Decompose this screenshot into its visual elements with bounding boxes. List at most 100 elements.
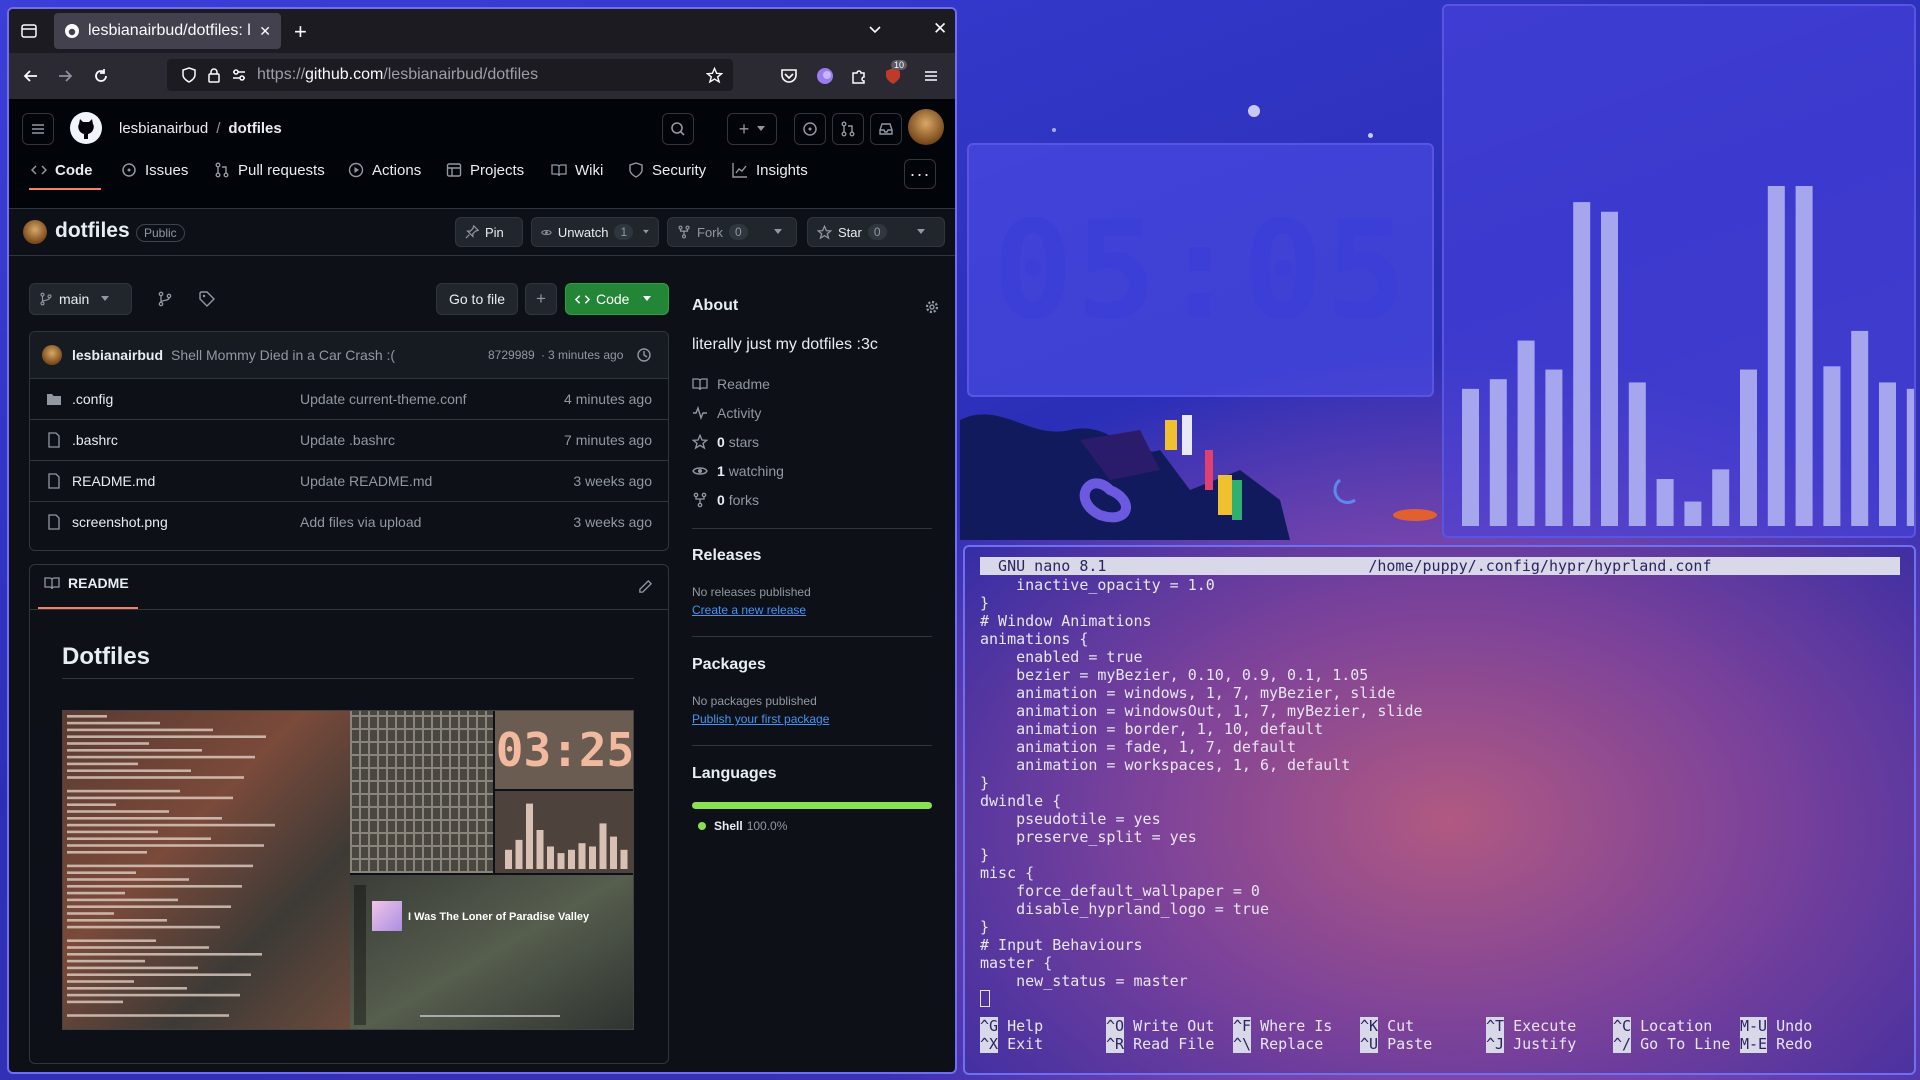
- repo-title[interactable]: dotfiles: [55, 219, 130, 243]
- branch-selector[interactable]: main: [29, 283, 132, 315]
- visualizer-bar: [1601, 211, 1618, 526]
- shot-code-line: [67, 973, 251, 976]
- code-line: new_status = master: [980, 972, 1188, 990]
- ublock-icon[interactable]: 10: [883, 60, 908, 86]
- github-logo-icon[interactable]: [69, 111, 103, 145]
- create-new-button[interactable]: +: [727, 113, 777, 145]
- terminal-window[interactable]: GNU nano 8.1 /home/puppy/.config/hypr/hy…: [963, 545, 1916, 1075]
- pin-button[interactable]: Pin: [455, 217, 523, 247]
- readme-link[interactable]: Readme: [692, 376, 770, 392]
- tab-projects[interactable]: Projects: [446, 159, 524, 181]
- nano-editor-buffer[interactable]: inactive_opacity = 1.0} # Window Animatio…: [980, 576, 1423, 990]
- activity-link[interactable]: Activity: [692, 405, 761, 421]
- language-entry[interactable]: Shell 100.0%: [698, 819, 787, 833]
- more-tabs-button[interactable]: ···: [904, 159, 936, 189]
- tab-insights[interactable]: Insights: [732, 159, 808, 181]
- inbox-button[interactable]: [870, 113, 902, 145]
- issues-button[interactable]: [794, 113, 826, 145]
- tab-issues[interactable]: Issues: [121, 159, 188, 181]
- stars-link[interactable]: 0 stars: [692, 434, 759, 450]
- shot-code-line: [67, 864, 253, 868]
- shortcut-key: ^O: [1106, 1017, 1125, 1035]
- shot-code-line: [67, 891, 125, 895]
- pull-requests-button[interactable]: [832, 113, 864, 145]
- pocket-icon[interactable]: [779, 66, 799, 86]
- browser-tab[interactable]: lesbianairbud/dotfiles: lite ✕: [54, 13, 281, 49]
- forks-link[interactable]: 0 forks: [692, 492, 759, 508]
- branches-icon[interactable]: [157, 291, 173, 307]
- unwatch-button[interactable]: Unwatch 1: [531, 217, 659, 247]
- commit-author[interactable]: lesbianairbud: [72, 347, 163, 363]
- new-tab-icon[interactable]: +: [294, 19, 307, 45]
- settings-gear-icon[interactable]: [924, 299, 940, 315]
- owner-link[interactable]: lesbianairbud: [119, 120, 208, 137]
- add-file-button[interactable]: +: [525, 283, 557, 315]
- file-commit-message[interactable]: Update .bashrc: [300, 432, 395, 448]
- reload-icon[interactable]: [91, 66, 111, 86]
- fork-count: 0: [729, 224, 748, 240]
- extensions-puzzle-icon[interactable]: [849, 66, 869, 86]
- go-to-file-button[interactable]: Go to file: [436, 283, 518, 315]
- readme-tab[interactable]: README: [44, 575, 129, 591]
- commit-hash[interactable]: 8729989: [488, 348, 535, 362]
- packages-heading[interactable]: Packages: [692, 656, 766, 674]
- star-label: Star: [838, 224, 862, 240]
- repo-link[interactable]: dotfiles: [228, 120, 281, 137]
- releases-heading[interactable]: Releases: [692, 547, 761, 565]
- close-tab-icon[interactable]: ✕: [259, 23, 271, 40]
- publish-package-link[interactable]: Publish your first package: [692, 712, 829, 726]
- tab-wiki[interactable]: Wiki: [551, 159, 603, 181]
- file-row[interactable]: .config Update current-theme.conf 4 minu…: [30, 378, 668, 419]
- shot-player-sidebar: [354, 885, 366, 1025]
- tab-list-icon[interactable]: [19, 21, 39, 41]
- file-commit-message[interactable]: Update README.md: [300, 473, 432, 489]
- file-name[interactable]: README.md: [72, 473, 155, 489]
- fork-button[interactable]: Fork 0: [667, 217, 797, 247]
- shortcut-key: ^G: [980, 1017, 999, 1035]
- close-window-icon[interactable]: ✕: [933, 19, 947, 39]
- edit-pencil-icon[interactable]: [638, 579, 653, 594]
- code-dropdown-button[interactable]: Code: [565, 283, 669, 315]
- code-line: disable_hyprland_logo = true: [980, 900, 1269, 918]
- shot-terminal: [63, 711, 350, 1029]
- file-name[interactable]: screenshot.png: [72, 514, 168, 530]
- tab-title: lesbianairbud/dotfiles: lite: [88, 22, 252, 39]
- tab-overflow-chevron-icon[interactable]: [867, 21, 883, 37]
- tracking-shield-icon[interactable]: [181, 67, 197, 83]
- tab-actions[interactable]: Actions: [348, 159, 421, 181]
- file-name[interactable]: .bashrc: [72, 432, 118, 448]
- back-arrow-icon[interactable]: [21, 66, 41, 86]
- shortcut-key: ^X: [980, 1035, 999, 1053]
- user-avatar[interactable]: [908, 109, 944, 145]
- shot-visualizer-bar: [515, 839, 523, 869]
- tab-pull-requests[interactable]: Pull requests: [214, 159, 325, 181]
- language-percent: 100.0%: [746, 819, 788, 833]
- search-button[interactable]: [662, 113, 694, 145]
- breadcrumb: lesbianairbud / dotfiles: [119, 120, 282, 137]
- bookmark-star-icon[interactable]: [706, 66, 723, 84]
- file-row[interactable]: screenshot.png Add files via upload 3 we…: [30, 501, 668, 542]
- file-commit-message[interactable]: Add files via upload: [300, 514, 421, 530]
- lock-icon[interactable]: [207, 67, 221, 83]
- file-row[interactable]: .bashrc Update .bashrc 7 minutes ago: [30, 419, 668, 460]
- forward-arrow-icon[interactable]: [55, 66, 75, 86]
- file-commit-message[interactable]: Update current-theme.conf: [300, 391, 467, 407]
- tab-security[interactable]: Security: [628, 159, 706, 181]
- permissions-icon[interactable]: [231, 67, 247, 83]
- global-menu-button[interactable]: [22, 113, 54, 145]
- file-name[interactable]: .config: [72, 391, 113, 407]
- wallpaper-stars: [1368, 133, 1373, 138]
- tags-icon[interactable]: [199, 291, 215, 307]
- account-icon[interactable]: [815, 66, 835, 86]
- create-release-link[interactable]: Create a new release: [692, 603, 806, 617]
- watching-link[interactable]: 1 watching: [692, 463, 784, 479]
- file-row[interactable]: README.md Update README.md 3 weeks ago: [30, 460, 668, 501]
- commit-message[interactable]: Shell Mommy Died in a Car Crash :(: [171, 347, 395, 363]
- star-button[interactable]: Star 0: [807, 217, 945, 247]
- tab-bar: lesbianairbud/dotfiles: lite ✕ + ✕: [9, 9, 955, 53]
- tab-code[interactable]: Code: [31, 159, 93, 181]
- url-bar[interactable]: https://github.com/lesbianairbud/dotfile…: [167, 59, 733, 91]
- pin-label: Pin: [485, 224, 504, 240]
- stars-label: stars: [728, 434, 760, 450]
- hamburger-menu-icon[interactable]: [921, 66, 941, 86]
